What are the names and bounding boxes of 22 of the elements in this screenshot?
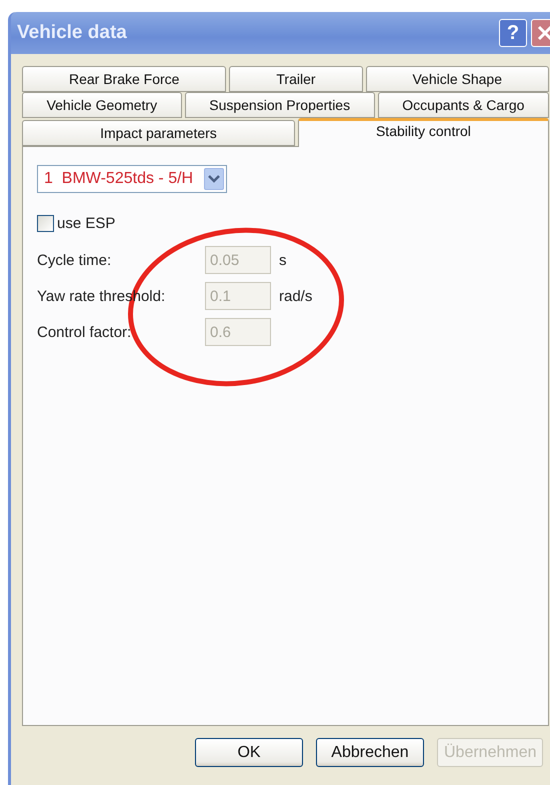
window-title: Vehicle data <box>17 22 128 44</box>
vehicle-dropdown[interactable]: 1 BMW-525tds - 5/H <box>37 165 227 193</box>
field-label: Cycle time: <box>37 252 112 268</box>
dialog-button[interactable]: OK <box>195 738 303 767</box>
dialog-button[interactable]: Abbrechen <box>316 738 424 767</box>
close-icon <box>536 24 550 42</box>
tab[interactable]: Vehicle Geometry <box>22 92 182 118</box>
tab[interactable]: Vehicle Shape <box>366 66 549 92</box>
checkbox-label: use ESP <box>57 215 116 232</box>
field-label: Control factor: <box>37 324 132 340</box>
dropdown-button[interactable] <box>204 168 224 190</box>
tab[interactable]: Trailer <box>229 66 363 92</box>
unit-label: s <box>279 252 288 268</box>
tab[interactable]: Occupants & Cargo <box>378 92 550 118</box>
unit-label: rad/s <box>279 288 314 304</box>
tab[interactable]: Stability control <box>298 118 549 147</box>
tab[interactable]: Impact parameters <box>22 120 295 146</box>
tab[interactable]: Rear Brake Force <box>22 66 226 92</box>
chevron-down-icon <box>208 175 220 183</box>
tab[interactable]: Suspension Properties <box>184 92 375 118</box>
esp-checkbox[interactable] <box>37 215 54 232</box>
help-button[interactable]: ? <box>499 19 527 47</box>
